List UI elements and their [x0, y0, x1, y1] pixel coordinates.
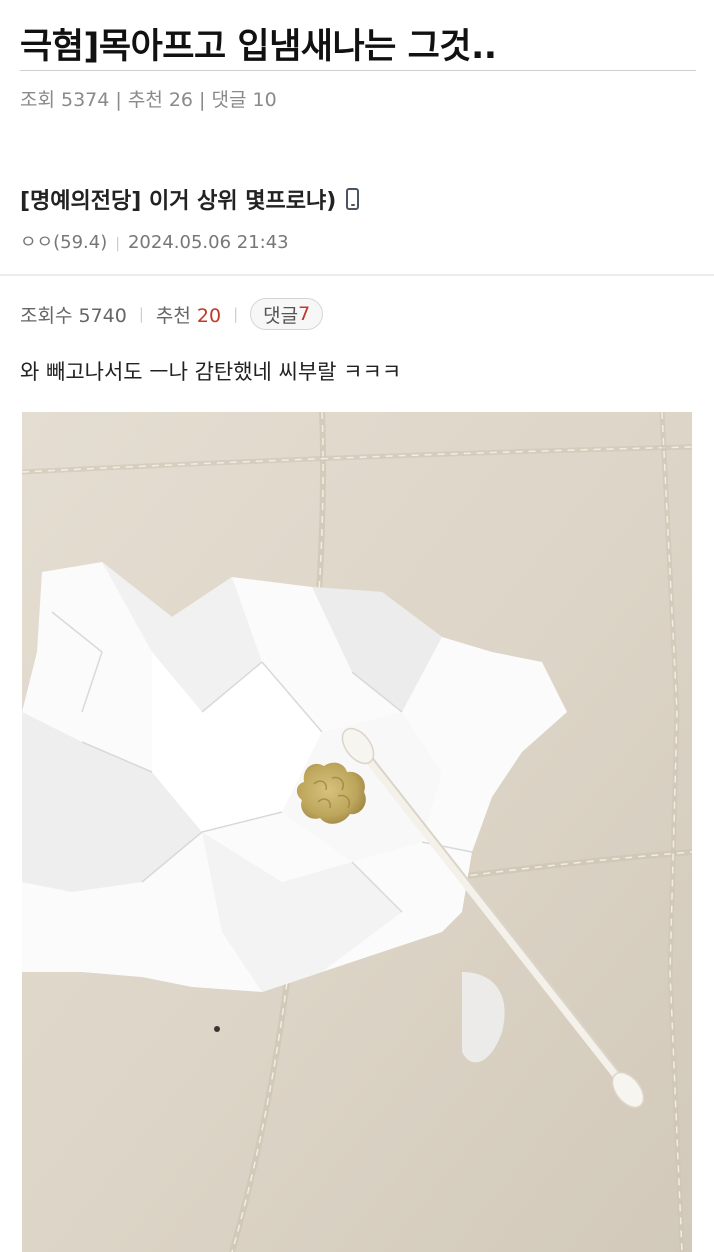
post-title: 극혐]목아프고 입냄새나는 그것..	[20, 27, 497, 67]
post-stats: 조회 5374 | 추천 26 | 댓글 10	[20, 89, 277, 111]
quoted-post-meta: ㅇㅇ(59.4) | 2024.05.06 21:43	[20, 228, 289, 254]
author-name[interactable]: ㅇㅇ(59.4)	[20, 232, 107, 253]
quoted-post-title[interactable]: [명예의전당] 이거 상위 몇프로냐)	[20, 183, 360, 215]
recommend-number: 20	[196, 304, 222, 327]
comments-number: 7	[298, 303, 311, 325]
stats-separator: |	[233, 305, 239, 323]
title-divider	[20, 70, 696, 71]
recommend-label: 추천	[155, 304, 191, 327]
photo-drawing	[22, 412, 692, 1252]
quoted-post-title-text: [명예의전당] 이거 상위 몇프로냐)	[20, 189, 337, 214]
stats-separator: |	[138, 305, 144, 323]
view-count: 조회수 5740	[20, 304, 127, 327]
post-datetime: 2024.05.06 21:43	[127, 232, 289, 253]
quoted-post-stats: 조회수 5740 | 추천 20 | 댓글 7	[20, 298, 324, 330]
quoted-post-body: 와 빼고나서도 ㅡ나 감탄했네 씨부랄 ㅋㅋㅋ	[20, 360, 402, 384]
quoted-header-divider	[0, 274, 714, 276]
comments-label: 댓글	[263, 304, 299, 327]
post-photo	[22, 412, 692, 1252]
comments-button[interactable]: 댓글 7	[250, 298, 324, 330]
recommend-count: 추천 20	[156, 301, 221, 328]
meta-separator: |	[115, 236, 120, 252]
lint-speck	[214, 1026, 220, 1032]
mobile-phone-icon	[346, 188, 360, 210]
